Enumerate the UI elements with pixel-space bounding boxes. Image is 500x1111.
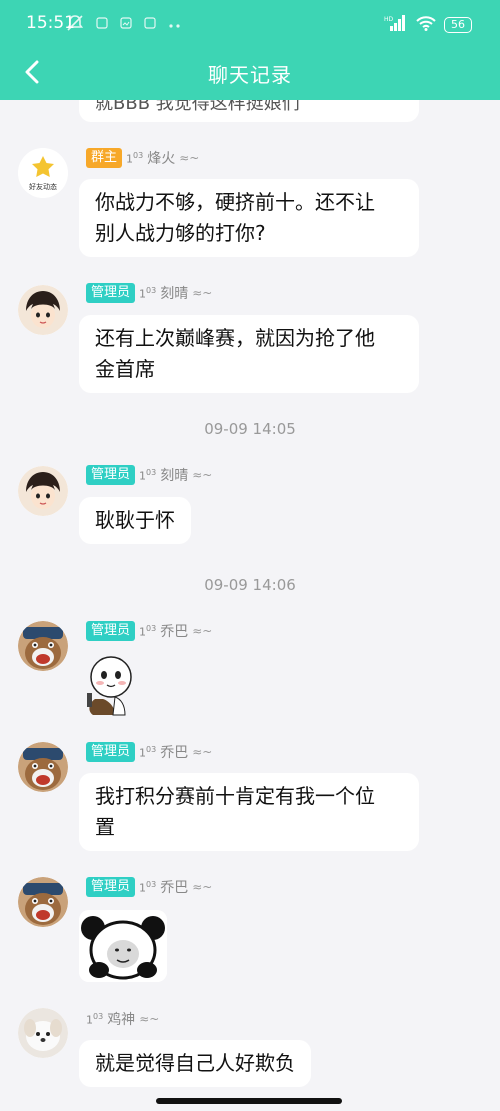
- app-notification-icon: [144, 17, 156, 33]
- level-indicator: 103: [126, 150, 144, 166]
- app-header: 聊天记录: [0, 46, 500, 100]
- sender-info: 管理员 103 乔巴 ≈~: [86, 741, 212, 763]
- status-right-group: HD 56: [384, 14, 472, 35]
- message-bubble[interactable]: 就BBB 我觉得这样挺娘们: [79, 100, 419, 122]
- wave-icon: ≈~: [192, 286, 213, 300]
- avatar[interactable]: 好友动态: [18, 148, 68, 198]
- wave-icon: ≈~: [192, 880, 213, 894]
- sender-name[interactable]: 乔巴: [160, 877, 188, 897]
- level-indicator: 103: [139, 467, 157, 483]
- sender-name[interactable]: 刻晴: [160, 465, 188, 485]
- message-bubble[interactable]: 就是觉得自己人好欺负: [79, 1040, 311, 1087]
- message-text-line: 别人战力够的打你?: [95, 221, 266, 245]
- sender-info: 103 鸡神 ≈~: [86, 1008, 159, 1030]
- sender-info: 管理员 103 刻晴 ≈~: [86, 464, 212, 486]
- sticker-image[interactable]: [79, 653, 143, 717]
- admin-badge: 管理员: [86, 877, 136, 897]
- avatar[interactable]: [18, 285, 68, 335]
- message-text: 就是觉得自己人好欺负: [95, 1051, 295, 1075]
- message-text: 耿耿于怀: [95, 508, 175, 532]
- admin-badge: 管理员: [86, 621, 136, 641]
- mute-bell-icon: [66, 14, 84, 36]
- avatar[interactable]: [18, 466, 68, 516]
- signal-icon: HD: [384, 14, 408, 35]
- status-notification-icons: [66, 14, 182, 36]
- wave-icon: ≈~: [179, 151, 200, 165]
- level-indicator: 103: [86, 1011, 104, 1027]
- avatar-label: 好友动态: [29, 182, 57, 191]
- level-indicator: 103: [139, 744, 157, 760]
- message-text-line: 我打积分赛前十肯定有我一个位: [95, 784, 375, 808]
- message-bubble[interactable]: 耿耿于怀: [79, 497, 191, 544]
- sender-name[interactable]: 鸡神: [107, 1009, 135, 1029]
- owner-badge: 群主: [86, 148, 123, 168]
- avatar[interactable]: [18, 1008, 68, 1058]
- wave-icon: ≈~: [192, 468, 213, 482]
- level-indicator: 103: [139, 879, 157, 895]
- sender-info: 管理员 103 乔巴 ≈~: [86, 620, 212, 642]
- sender-name[interactable]: 乔巴: [160, 621, 188, 641]
- message-bubble[interactable]: 你战力不够，硬挤前十。还不让 别人战力够的打你?: [79, 179, 419, 257]
- chat-history-list[interactable]: 就BBB 我觉得这样挺娘们 好友动态 群主 103 烽火 ≈~ 你战力不够，硬挤…: [0, 100, 500, 1111]
- app-notification-icon: [96, 17, 108, 33]
- timestamp: 09-09 14:05: [204, 420, 296, 438]
- sender-name[interactable]: 刻晴: [160, 283, 188, 303]
- more-dots-icon: [168, 17, 182, 33]
- sender-info: 管理员 103 刻晴 ≈~: [86, 282, 212, 304]
- message-text: 就BBB 我觉得这样挺娘们: [95, 100, 300, 114]
- sender-name[interactable]: 烽火: [147, 148, 175, 168]
- home-indicator[interactable]: [156, 1098, 342, 1104]
- svg-text:HD: HD: [384, 16, 394, 23]
- admin-badge: 管理员: [86, 283, 136, 303]
- message-text-line: 金首席: [95, 357, 155, 381]
- avatar[interactable]: [18, 877, 68, 927]
- level-indicator: 103: [139, 623, 157, 639]
- avatar[interactable]: [18, 621, 68, 671]
- admin-badge: 管理员: [86, 465, 136, 485]
- message-bubble[interactable]: 我打积分赛前十肯定有我一个位 置: [79, 773, 419, 851]
- timestamp: 09-09 14:06: [204, 576, 296, 594]
- wave-icon: ≈~: [192, 745, 213, 759]
- message-text-line: 还有上次巅峰赛，就因为抢了他: [95, 326, 375, 350]
- sender-name[interactable]: 乔巴: [160, 742, 188, 762]
- level-indicator: 103: [139, 285, 157, 301]
- avatar[interactable]: [18, 742, 68, 792]
- sender-info: 群主 103 烽火 ≈~: [86, 147, 199, 169]
- sticker-image[interactable]: [79, 910, 167, 982]
- message-text-line: 置: [95, 815, 115, 839]
- status-bar: 15:51 HD 56: [0, 0, 500, 46]
- page-title: 聊天记录: [208, 63, 292, 87]
- message-text-line: 你战力不够，硬挤前十。还不让: [95, 190, 375, 214]
- app-notification-icon: [120, 17, 132, 33]
- wave-icon: ≈~: [139, 1012, 160, 1026]
- message-bubble[interactable]: 还有上次巅峰赛，就因为抢了他 金首席: [79, 315, 419, 393]
- battery-indicator: 56: [444, 16, 472, 33]
- wave-icon: ≈~: [192, 624, 213, 638]
- sender-info: 管理员 103 乔巴 ≈~: [86, 876, 212, 898]
- admin-badge: 管理员: [86, 742, 136, 762]
- wifi-icon: [416, 15, 436, 34]
